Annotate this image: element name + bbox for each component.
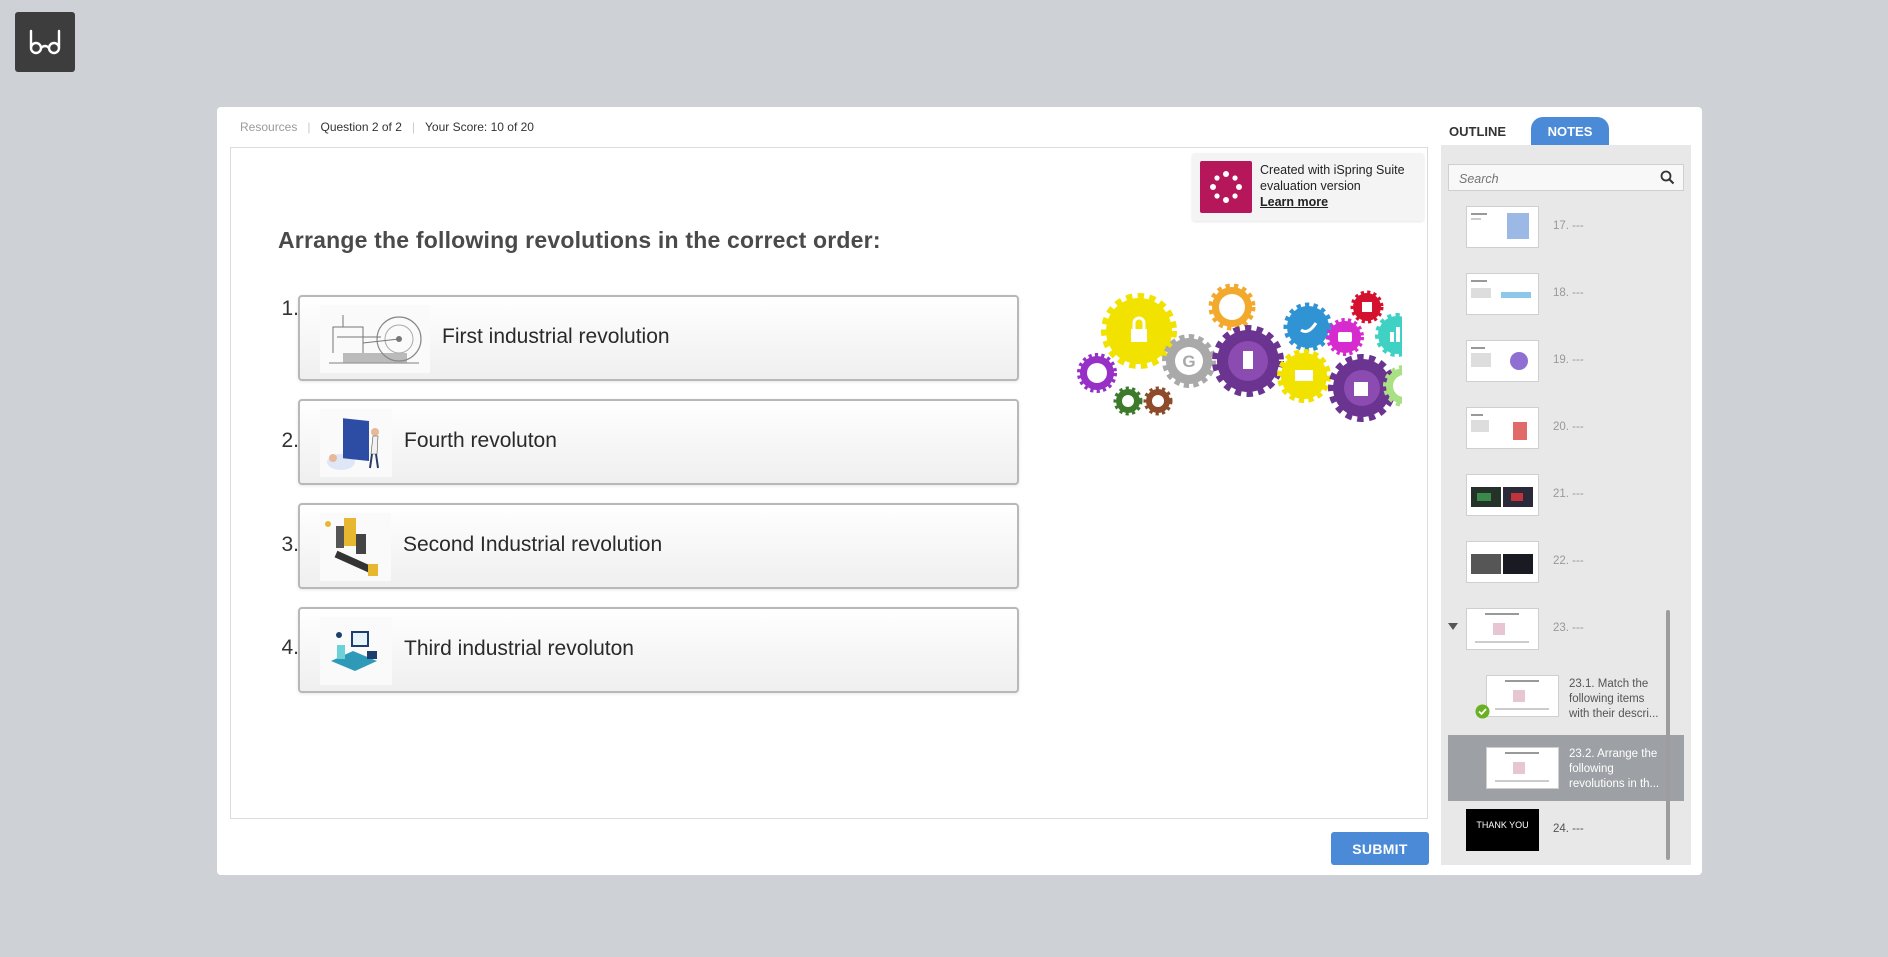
submit-button[interactable]: SUBMIT (1331, 832, 1429, 865)
slide-label: 24. --- (1553, 823, 1584, 835)
search-box[interactable] (1448, 164, 1684, 192)
question-counter: Question 2 of 2 (320, 120, 402, 134)
resources-link[interactable]: Resources (240, 120, 297, 134)
digital-person-image (320, 409, 392, 477)
steam-engine-image (320, 305, 430, 373)
eval-text-line2: evaluation version (1260, 179, 1361, 193)
purple-gear-like (1328, 354, 1396, 422)
slide-label: 17. --- (1553, 220, 1584, 232)
slide-label: 22. --- (1553, 555, 1584, 567)
sequence-item[interactable]: Third industrial revoluton (298, 607, 1019, 693)
slide-area: Created with iSpring Suite evaluation ve… (230, 147, 1428, 819)
slide-label: 18. --- (1553, 287, 1584, 299)
gears-illustration: G (1077, 283, 1402, 422)
dark-green-gear (1113, 386, 1143, 416)
sequence-item[interactable]: First industrial revolution (298, 295, 1019, 381)
item-number: 4. (281, 636, 299, 659)
teal-gear-chart (1375, 313, 1402, 357)
slide-thumbnail (1466, 474, 1539, 516)
ispring-logo-icon (1200, 161, 1252, 213)
item-label: Fourth revoluton (404, 429, 557, 452)
sub-slide-item-selected[interactable]: 23.2. Arrange the following revolutions … (1448, 735, 1684, 801)
search-input[interactable] (1449, 165, 1661, 192)
magenta-gear-youtube (1326, 318, 1364, 356)
learn-more-link[interactable]: Learn more (1260, 194, 1420, 210)
yellow-gear-laptop (1277, 349, 1331, 403)
slide-label: 19. --- (1553, 354, 1584, 366)
divider: | (307, 120, 311, 134)
yellow-gear-lock (1101, 293, 1177, 369)
question-text: Arrange the following revolutions in the… (278, 227, 881, 253)
red-gear-windows (1350, 290, 1384, 324)
grey-gear-g: G (1162, 334, 1216, 388)
slide-label: 21. --- (1553, 488, 1584, 500)
slide-label: 23. --- (1553, 622, 1584, 634)
blue-gear-twitter (1283, 302, 1333, 352)
slide-thumbnail (1486, 675, 1559, 717)
item-label: Third industrial revoluton (404, 637, 634, 660)
item-label: Second Industrial revolution (403, 533, 663, 556)
item-number: 3. (281, 533, 299, 556)
divider: | (411, 120, 415, 134)
orange-gear-cloud (1208, 283, 1256, 331)
evaluation-badge: Created with iSpring Suite evaluation ve… (1192, 153, 1424, 221)
svg-text:G: G (1182, 352, 1195, 371)
slide-label: 23.2. Arrange the following revolutions … (1569, 748, 1660, 790)
sidebar: OUTLINE NOTES 17. --- (1441, 117, 1691, 872)
tab-notes[interactable]: NOTES (1531, 117, 1609, 145)
item-number: 2. (281, 429, 299, 452)
sidebar-scrollbar[interactable] (1666, 610, 1670, 860)
slide-thumbnail (1466, 608, 1539, 650)
item-number: 1. (281, 297, 299, 320)
slide-thumbnail (1466, 273, 1539, 315)
tab-outline[interactable]: OUTLINE (1449, 124, 1506, 139)
slide-thumbnail: THANK YOU (1466, 809, 1539, 851)
slide-label: 20. --- (1553, 421, 1584, 433)
sequence-item[interactable]: Fourth revoluton (298, 399, 1019, 485)
expand-arrow-icon[interactable] (1448, 623, 1458, 631)
score-display: Your Score: 10 of 20 (425, 120, 534, 134)
purple-gear-small (1077, 353, 1117, 393)
sequence-item[interactable]: Second Industrial revolution (298, 503, 1019, 589)
slide-thumbnail (1466, 206, 1539, 248)
player-window: Resources | Question 2 of 2 | Your Score… (217, 107, 1702, 875)
slide-thumbnail (1466, 340, 1539, 382)
brown-gear (1143, 386, 1173, 416)
item-label: First industrial revolution (442, 325, 670, 348)
outline-panel: 17. --- 18. --- 19. --- 20. --- (1441, 145, 1691, 865)
slide-thumbnail (1466, 541, 1539, 583)
slide-label: 23.1. Match the following items with the… (1569, 678, 1659, 720)
slide-thumbnail (1486, 747, 1559, 789)
completed-check-icon (1475, 704, 1490, 719)
slide-thumbnail (1466, 407, 1539, 449)
purple-gear-phone (1212, 325, 1284, 397)
assembly-line-image (320, 513, 391, 581)
top-bar: Resources | Question 2 of 2 | Your Score… (240, 117, 534, 137)
search-icon[interactable] (1660, 170, 1675, 185)
computer-setup-image (320, 617, 392, 685)
accessibility-button[interactable] (15, 12, 75, 72)
eval-text-line1: Created with iSpring Suite (1260, 163, 1405, 177)
glasses-icon (29, 29, 61, 55)
